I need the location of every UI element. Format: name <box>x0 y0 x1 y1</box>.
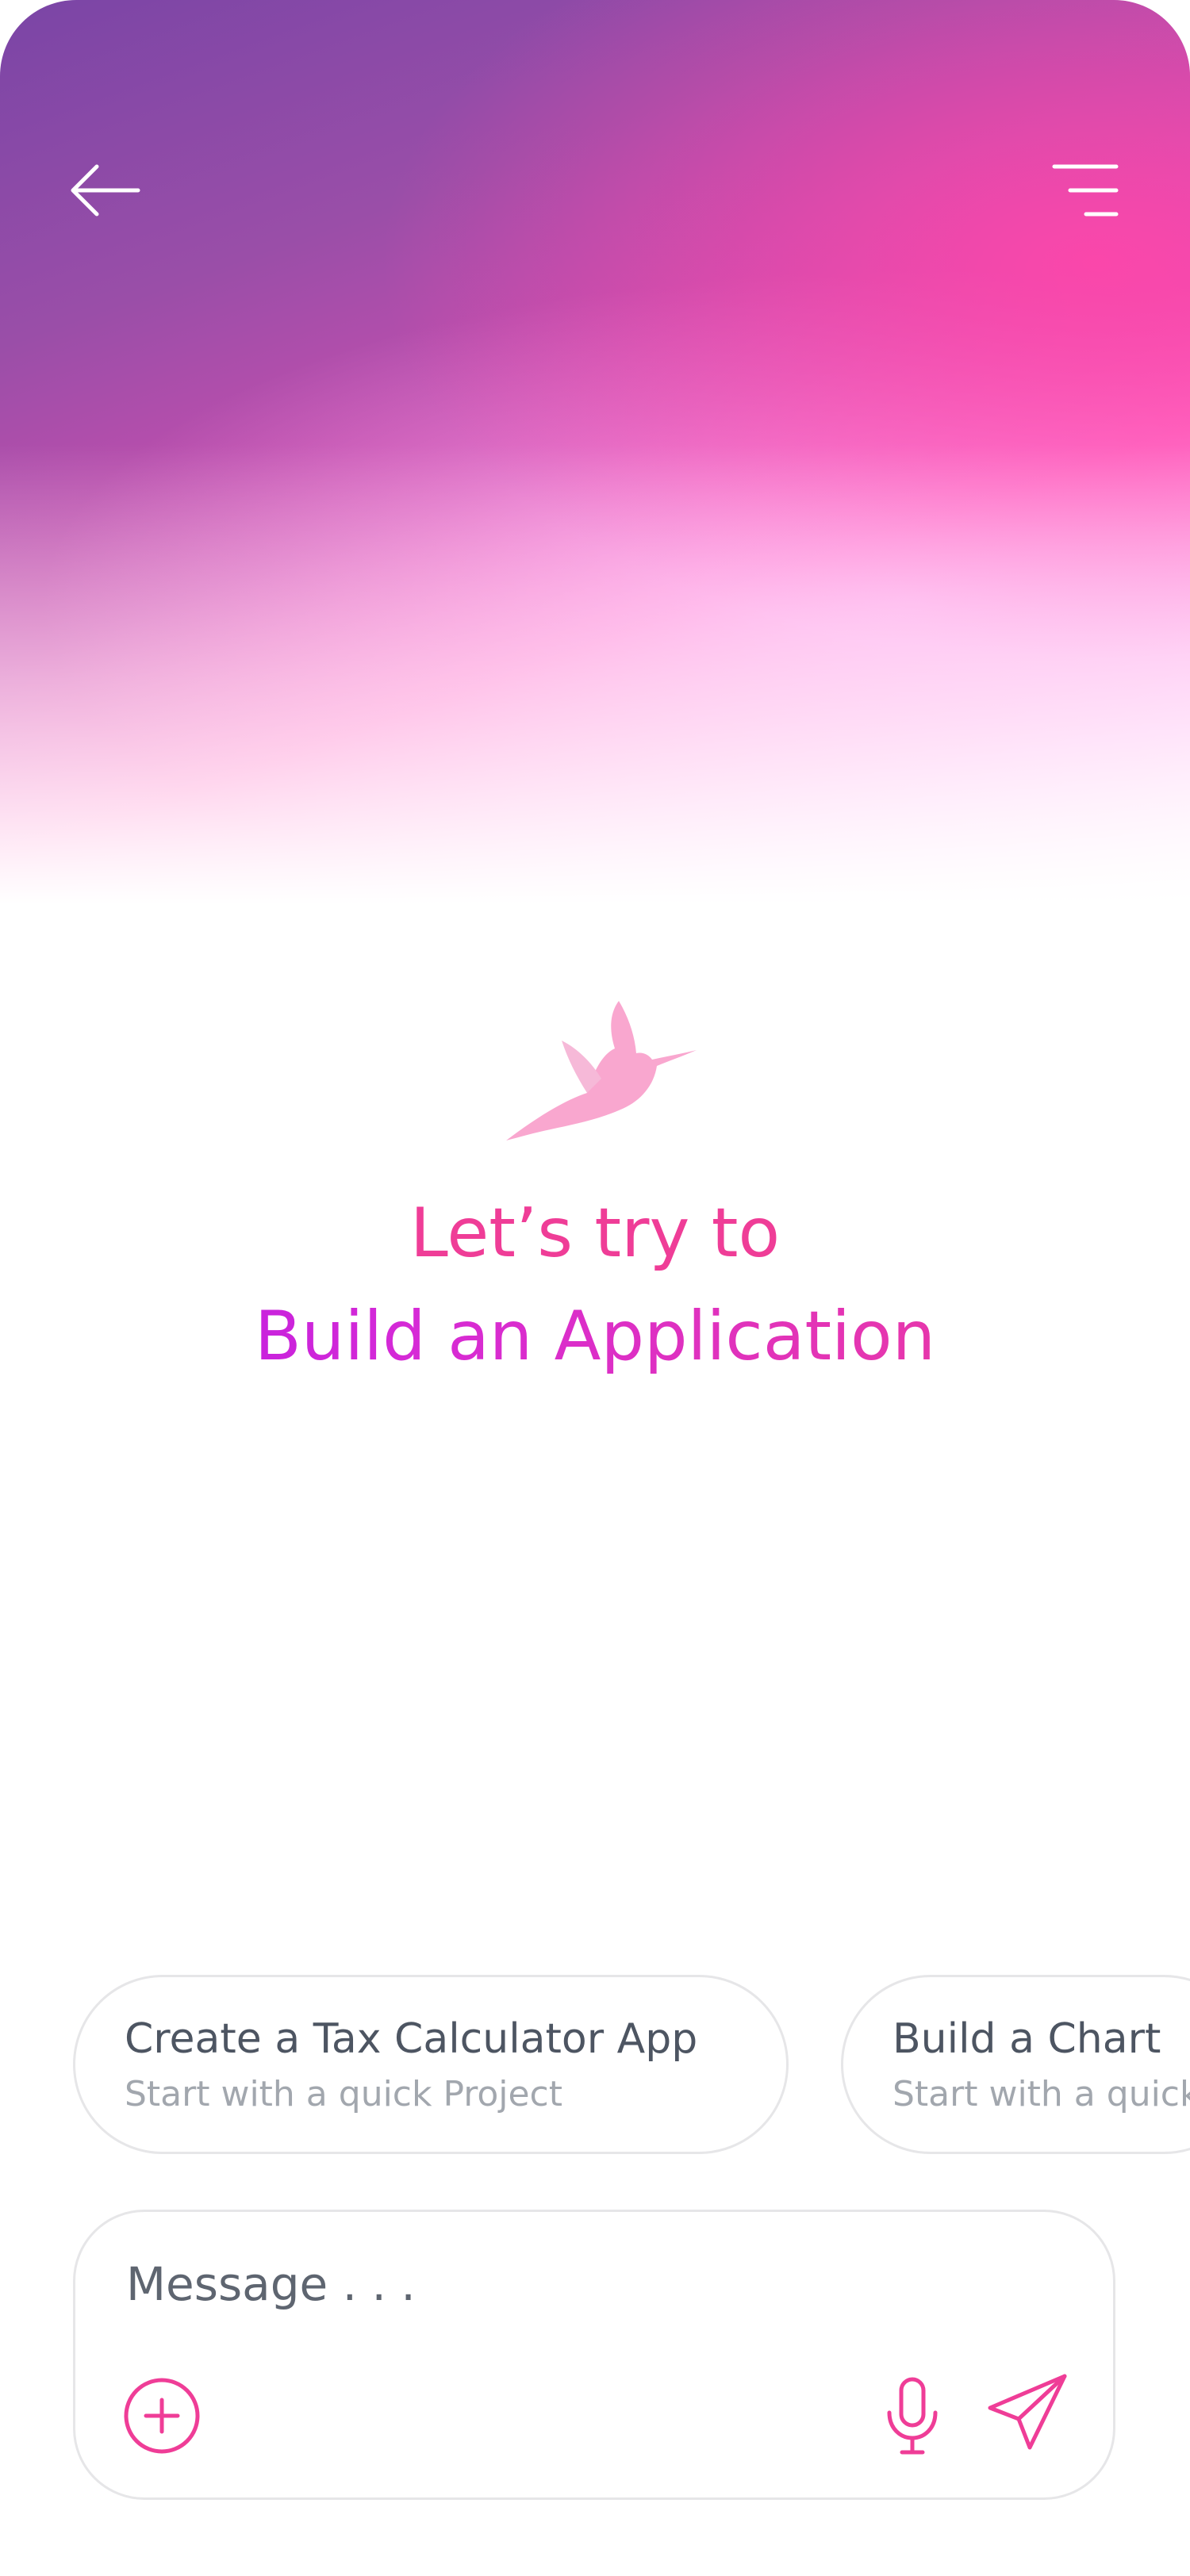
paper-plane-icon <box>988 2374 1067 2450</box>
send-button[interactable] <box>985 2369 1072 2456</box>
app-screen: Let’s try to Build an Application Create… <box>0 0 1190 2576</box>
hummingbird-icon <box>506 1001 697 1140</box>
message-input[interactable] <box>125 2244 1000 2325</box>
suggestion-chip-tax-calculator[interactable]: Create a Tax Calculator App Start with a… <box>73 1975 789 2154</box>
suggestion-chip-build-chart[interactable]: Build a Chart Start with a quick <box>841 1975 1190 2154</box>
headline-line-2: Build an Application <box>0 1297 1190 1376</box>
arrow-left-icon <box>71 164 140 217</box>
hero-gradient-background <box>0 0 1190 952</box>
plus-circle-icon <box>124 2378 200 2454</box>
headline-line-1: Let’s try to <box>409 1194 781 1273</box>
add-attachment-button[interactable] <box>118 2372 205 2459</box>
message-composer <box>73 2210 1115 2500</box>
suggestion-title: Build a Chart <box>892 2015 1161 2063</box>
microphone-icon <box>887 2377 938 2455</box>
menu-button[interactable] <box>1038 143 1133 238</box>
menu-lines-icon <box>1052 164 1119 217</box>
back-button[interactable] <box>57 143 152 238</box>
suggestion-title: Create a Tax Calculator App <box>125 2015 698 2063</box>
microphone-button[interactable] <box>869 2372 956 2459</box>
suggestion-subtitle: Start with a quick <box>892 2074 1190 2114</box>
suggestion-subtitle: Start with a quick Project <box>125 2074 562 2114</box>
